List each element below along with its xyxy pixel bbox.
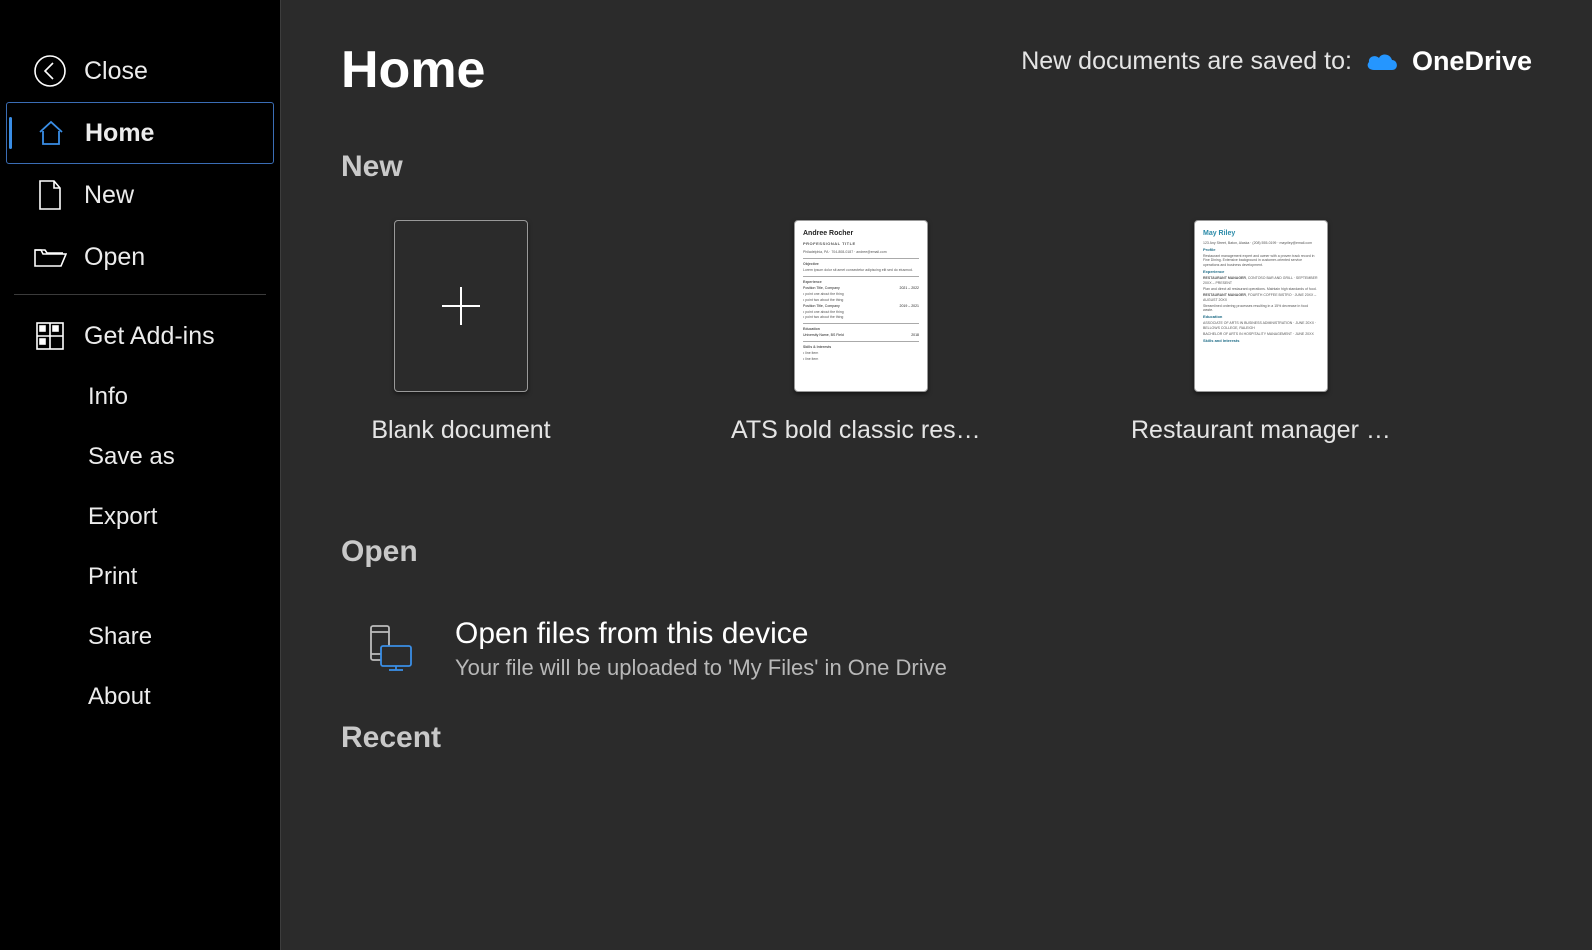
template-ats-resume[interactable]: Andree Rocher PROFESSIONAL TITLE Philade… [761,220,961,445]
sidebar-item-about[interactable]: About [0,667,280,727]
home-icon [31,118,71,148]
header-row: Home New documents are saved to: OneDriv… [341,40,1532,100]
blank-thumb [394,220,528,392]
sidebar-item-new[interactable]: New [0,164,280,226]
open-label: Open [84,243,145,272]
info-label: Info [88,383,128,411]
saveas-label: Save as [88,443,175,471]
resume-name: Andree Rocher [803,229,919,239]
main-content: Home New documents are saved to: OneDriv… [280,0,1592,950]
template-row: Blank document Andree Rocher PROFESSIONA… [341,220,1532,445]
template-blank-document[interactable]: Blank document [361,220,561,445]
addins-grid-icon [30,321,70,351]
sidebar-item-export[interactable]: Export [0,487,280,547]
sidebar-item-home[interactable]: Home [6,102,274,164]
sidebar-item-info[interactable]: Info [0,367,280,427]
template-label: ATS bold classic resu… [731,416,991,445]
open-files-subtitle: Your file will be uploaded to 'My Files'… [455,655,947,681]
manager-thumb: May Riley 123 Any Street, Baton, Alaska … [1194,220,1328,392]
new-label: New [84,181,134,210]
onedrive-label: OneDrive [1412,46,1532,77]
sidebar-item-saveas[interactable]: Save as [0,427,280,487]
save-note-text: New documents are saved to: [1021,47,1352,76]
export-label: Export [88,503,157,531]
print-label: Print [88,563,137,591]
resume-thumb: Andree Rocher PROFESSIONAL TITLE Philade… [794,220,928,392]
template-restaurant-manager[interactable]: May Riley 123 Any Street, Baton, Alaska … [1161,220,1361,445]
open-files-title: Open files from this device [455,617,947,651]
template-label: Restaurant manager r… [1131,416,1391,445]
home-label: Home [85,119,154,148]
cloud-icon [1364,50,1400,74]
document-icon [30,179,70,211]
manager-name: May Riley [1203,229,1319,239]
sidebar-item-print[interactable]: Print [0,547,280,607]
backstage-sidebar: Close Home New [0,0,280,950]
sidebar-item-addins[interactable]: Get Add-ins [0,305,280,367]
open-text-block: Open files from this device Your file wi… [455,617,947,681]
sidebar-divider [14,294,266,295]
sidebar-item-open[interactable]: Open [0,226,280,288]
device-icon [363,622,417,676]
close-button[interactable]: Close [0,40,280,102]
section-open-title: Open [341,535,1532,569]
addins-label: Get Add-ins [84,322,215,351]
plus-icon [438,283,484,329]
folder-open-icon [30,244,70,270]
page-title: Home [341,40,485,100]
section-new-title: New [341,150,1532,184]
share-label: Share [88,623,152,651]
save-target-info: New documents are saved to: OneDrive [1021,40,1532,77]
close-label: Close [84,57,148,86]
back-arrow-icon [30,54,70,88]
resume-subtitle: PROFESSIONAL TITLE [803,241,919,247]
open-from-device[interactable]: Open files from this device Your file wi… [341,605,1532,721]
section-recent-title: Recent [341,721,1532,755]
about-label: About [88,683,151,711]
template-label: Blank document [371,416,550,445]
sidebar-item-share[interactable]: Share [0,607,280,667]
